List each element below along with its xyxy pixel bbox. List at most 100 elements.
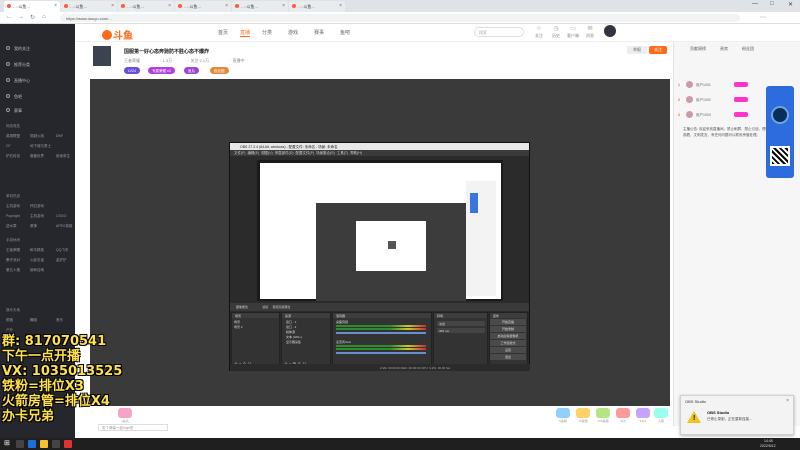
- studio-mode-button[interactable]: 工作室模式: [490, 340, 526, 346]
- honor-badge[interactable]: 专属荣耀 x3: [148, 67, 175, 74]
- obs-tab[interactable]: 滤镜: [262, 305, 268, 309]
- windows-start-icon[interactable]: ⊞: [4, 440, 12, 448]
- nav-item-esports[interactable]: 赛事: [314, 29, 324, 36]
- sidebar-tag[interactable]: 王者荣耀: [6, 248, 20, 253]
- sidebar-tag[interactable]: 户外: [6, 328, 13, 333]
- follow-button[interactable]: 关注: [649, 46, 667, 54]
- search-icon[interactable]: [16, 440, 24, 448]
- browser-tab[interactable]: …·斗鱼… ×: [232, 1, 288, 12]
- nav-item-home[interactable]: 首页: [218, 29, 228, 36]
- extensions-icon[interactable]: ⋯: [760, 14, 766, 21]
- nav-item-fishbar[interactable]: 鱼吧: [340, 29, 350, 36]
- sidebar-tag[interactable]: 第五人格: [6, 268, 20, 273]
- obs-toast-notification[interactable]: OBS Studio × ! OBS Studio 已停止录制，正在重新连接..…: [680, 395, 794, 435]
- sidebar-tag[interactable]: 金铲铲: [56, 258, 67, 263]
- settings-button[interactable]: 设置: [490, 347, 526, 353]
- source-item[interactable]: 媒体源: [286, 330, 295, 334]
- fanclub-badge[interactable]: 粉丝团: [210, 67, 229, 74]
- browser-tab[interactable]: …·斗鱼… ×: [61, 1, 117, 12]
- sidebar-item-esports[interactable]: 赛事: [6, 108, 22, 114]
- obs-taskbar-icon[interactable]: [52, 440, 60, 448]
- sidebar-tag[interactable]: 音乐: [56, 318, 63, 323]
- sidebar-tag[interactable]: 主机游戏: [30, 214, 44, 219]
- sidebar-tag[interactable]: 炉石传说: [6, 154, 20, 159]
- sidebar-tag[interactable]: 蛋仔派对: [6, 258, 20, 263]
- volume-slider[interactable]: [336, 352, 426, 354]
- reload-icon[interactable]: ↻: [30, 14, 35, 21]
- back-icon[interactable]: ←: [6, 14, 12, 20]
- rank-row[interactable]: 2 用户1002: [678, 95, 768, 105]
- gift-item[interactable]: [118, 408, 132, 418]
- sidebar-tag[interactable]: CSGO: [56, 214, 66, 218]
- file-explorer-icon[interactable]: [40, 440, 48, 448]
- obs-tab[interactable]: 音频高级属性: [272, 305, 290, 309]
- sidebar-tag[interactable]: QQ飞车: [56, 248, 68, 253]
- close-icon[interactable]: ×: [54, 3, 57, 9]
- home-icon[interactable]: ⌂: [42, 14, 46, 20]
- fishball-badge[interactable]: 鱼丸: [184, 67, 199, 74]
- scene-item[interactable]: 场景: [234, 320, 240, 324]
- close-window-button[interactable]: ✕: [788, 1, 793, 8]
- tab-weekly-rank[interactable]: 贡献周榜: [690, 46, 706, 52]
- sidebar-tag[interactable]: 和平精英: [30, 248, 44, 253]
- sidebar-tag[interactable]: 逆水寒: [6, 224, 17, 229]
- close-icon[interactable]: ×: [111, 3, 114, 9]
- source-item[interactable]: 窗口 · 2: [286, 325, 296, 329]
- obs-menu-item[interactable]: 工具(T): [337, 151, 348, 155]
- header-messages[interactable]: ✉ 消息: [583, 26, 597, 39]
- sidebar-tag[interactable]: 英雄联盟: [6, 134, 20, 139]
- start-streaming-button[interactable]: 开始直播: [490, 319, 526, 325]
- source-item[interactable]: 显示器采集: [286, 340, 301, 344]
- forward-icon[interactable]: →: [18, 14, 24, 20]
- source-item[interactable]: 文本 (GDI+): [286, 335, 302, 339]
- sidebar-item-follow[interactable]: 我的关注: [6, 46, 30, 52]
- sidebar-tag[interactable]: 魔兽世界: [30, 154, 44, 159]
- sidebar-tag[interactable]: 舞蹈: [30, 318, 37, 323]
- virtual-camera-button[interactable]: 启动虚拟摄像机: [490, 333, 526, 339]
- sidebar-item-recommend[interactable]: 推荐分类: [6, 62, 30, 68]
- exit-button[interactable]: 退出: [490, 354, 526, 360]
- danmaku-input[interactable]: 发个弹幕一起high吧: [98, 424, 168, 431]
- obs-menu-item[interactable]: 场景集合(S): [316, 151, 335, 155]
- nav-item-games[interactable]: 游戏: [288, 29, 298, 36]
- maximize-button[interactable]: □: [770, 1, 774, 7]
- gift-item[interactable]: [556, 408, 570, 418]
- sidebar-tag[interactable]: DNF: [56, 134, 63, 138]
- tab-fanclub[interactable]: 粉丝团: [742, 46, 754, 52]
- gift-item[interactable]: [654, 408, 668, 418]
- sidebar-tag[interactable]: 原神: [30, 224, 37, 229]
- tray-clock-time[interactable]: 14:45: [764, 439, 773, 443]
- user-avatar[interactable]: [604, 25, 616, 37]
- browser-tab[interactable]: …·斗鱼… ×: [4, 1, 60, 12]
- sidebar-tag[interactable]: Popnight: [6, 214, 20, 218]
- transition-duration[interactable]: 300 ms: [437, 328, 485, 333]
- rank-row[interactable]: 3 用户1003: [678, 110, 768, 120]
- gift-item[interactable]: [616, 408, 630, 418]
- obs-menu-item[interactable]: 视图(V): [261, 151, 273, 155]
- obs-menu-item[interactable]: 配置文件(P): [296, 151, 315, 155]
- gift-item[interactable]: [636, 408, 650, 418]
- source-item[interactable]: 窗口 · 1: [286, 320, 296, 324]
- start-recording-button[interactable]: 开始录制: [490, 326, 526, 332]
- douyu-logo[interactable]: 斗鱼: [102, 27, 133, 42]
- sidebar-tag[interactable]: 怀旧游戏: [30, 204, 44, 209]
- search-input[interactable]: 搜索: [474, 27, 524, 37]
- obs-menu-item[interactable]: 编辑(E): [247, 151, 259, 155]
- nav-item-live[interactable]: 直播: [240, 29, 251, 37]
- sidebar-item-live-center[interactable]: 直播中心: [6, 78, 30, 84]
- obs-menu-item[interactable]: 帮助(H): [350, 151, 362, 155]
- volume-slider[interactable]: [336, 332, 426, 334]
- sidebar-tag[interactable]: 绝地求生: [56, 154, 70, 159]
- header-history[interactable]: ◷ 历史: [549, 26, 563, 39]
- edge-icon[interactable]: [28, 440, 36, 448]
- tab-vip[interactable]: 贵宾: [720, 46, 728, 52]
- obs-menu-item[interactable]: 停靠部件(D): [275, 151, 294, 155]
- header-client[interactable]: ▭ 客户端: [566, 26, 580, 39]
- sidebar-tag[interactable]: 火影忍者: [30, 258, 44, 263]
- sidebar-tag[interactable]: 使命召唤: [30, 268, 44, 273]
- gift-item[interactable]: [596, 408, 610, 418]
- header-follow[interactable]: ☆ 关注: [532, 26, 546, 39]
- close-icon[interactable]: ×: [786, 398, 789, 404]
- transition-select[interactable]: 淡出: [437, 321, 485, 326]
- sidebar-tag[interactable]: 颜值: [6, 318, 13, 323]
